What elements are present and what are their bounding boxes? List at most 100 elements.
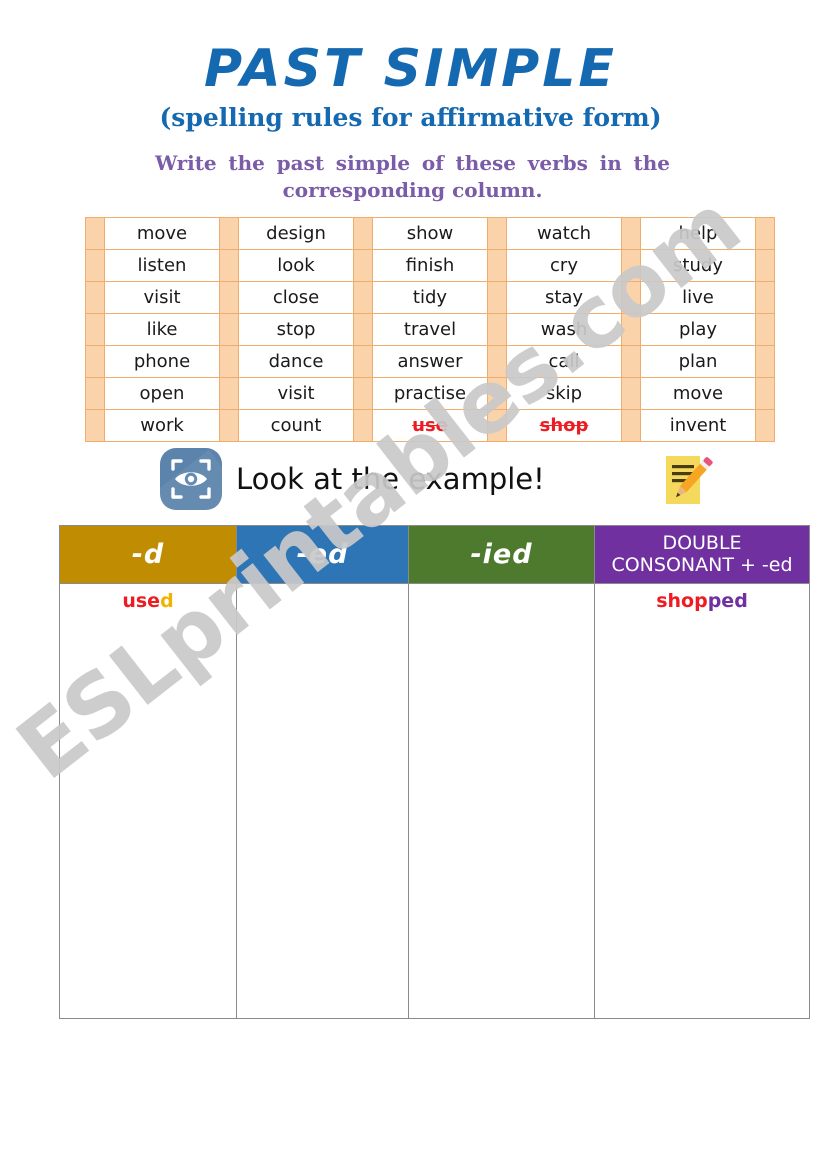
note-pencil-icon (655, 450, 717, 512)
column-header-ied: -ied (408, 525, 595, 584)
verb-word: plan (678, 351, 718, 372)
instructions: Write the past simple of these verbs in … (155, 150, 670, 204)
verb-cell[interactable]: study (640, 249, 756, 282)
answer-table-header-row: -d -ed -ied DOUBLE CONSONANT + -ed (59, 525, 810, 584)
verb-cell[interactable]: work (104, 409, 220, 442)
verb-table-spacer (487, 281, 507, 314)
verb-cell[interactable]: look (238, 249, 354, 282)
verb-table-spacer (755, 217, 775, 250)
verb-word: call (548, 351, 580, 372)
verb-word: shop (539, 415, 589, 436)
verb-word: finish (405, 255, 455, 276)
verb-word: move (136, 223, 188, 244)
verb-word: live (682, 287, 714, 308)
verb-table-spacer (353, 377, 373, 410)
verb-cell[interactable]: answer (372, 345, 488, 378)
verb-table-spacer (755, 409, 775, 442)
verb-table-spacer (219, 281, 239, 314)
verb-word: wash (540, 319, 588, 340)
column-header-ed: -ed (236, 525, 409, 584)
verb-cell[interactable]: visit (238, 377, 354, 410)
verb-word: help (678, 223, 718, 244)
verb-cell[interactable]: stay (506, 281, 622, 314)
verb-word: answer (397, 351, 463, 372)
verb-table-spacer (487, 313, 507, 346)
verb-word: stay (544, 287, 584, 308)
verb-table-spacer (621, 217, 641, 250)
answer-cell-d[interactable]: used (59, 583, 237, 1019)
verb-cell[interactable]: call (506, 345, 622, 378)
verb-table-row: phone dance answer call plan (85, 345, 775, 378)
page-title-block: PAST SIMPLE (spelling rules for affirmat… (0, 42, 821, 132)
verb-cell[interactable]: like (104, 313, 220, 346)
verb-table-spacer (755, 281, 775, 314)
column-header-double-line-2: CONSONANT + -ed (611, 553, 793, 576)
verb-word: move (672, 383, 724, 404)
verb-cell[interactable]: skip (506, 377, 622, 410)
example-callout: Look at the example! (160, 448, 545, 510)
verb-word: show (406, 223, 454, 244)
verb-cell[interactable]: move (640, 377, 756, 410)
verb-cell[interactable]: shop (506, 409, 622, 442)
verb-cell[interactable]: move (104, 217, 220, 250)
verb-word: invent (669, 415, 727, 436)
verb-table-spacer (219, 313, 239, 346)
verb-cell[interactable]: invent (640, 409, 756, 442)
verb-table-spacer (85, 345, 105, 378)
verb-cell[interactable]: play (640, 313, 756, 346)
verb-cell[interactable]: live (640, 281, 756, 314)
verb-table-spacer (621, 249, 641, 282)
verb-cell[interactable]: design (238, 217, 354, 250)
verb-word: visit (277, 383, 315, 404)
answer-cell-ied[interactable] (408, 583, 595, 1019)
verb-table-spacer (353, 249, 373, 282)
verb-word: watch (536, 223, 592, 244)
verb-cell[interactable]: cry (506, 249, 622, 282)
example-word-shopped-stem: shop (656, 590, 708, 612)
verb-cell[interactable]: listen (104, 249, 220, 282)
verb-cell[interactable]: phone (104, 345, 220, 378)
example-word-used: used (122, 590, 173, 612)
answer-cell-ed[interactable] (236, 583, 409, 1019)
verb-table-spacer (219, 409, 239, 442)
verb-word: skip (545, 383, 583, 404)
column-header-ed-label: -ed (296, 539, 349, 570)
verb-cell[interactable]: tidy (372, 281, 488, 314)
verb-cell[interactable]: practise (372, 377, 488, 410)
verb-cell[interactable]: plan (640, 345, 756, 378)
page-title: PAST SIMPLE (204, 39, 617, 99)
verb-cell[interactable]: wash (506, 313, 622, 346)
verb-table-row: visit close tidy stay live (85, 281, 775, 314)
verb-cell[interactable]: use (372, 409, 488, 442)
verb-cell[interactable]: dance (238, 345, 354, 378)
verb-table-spacer (487, 377, 507, 410)
verb-table-spacer (487, 345, 507, 378)
verb-cell[interactable]: stop (238, 313, 354, 346)
verb-bank-table: move design show watch help listen look finish c… (85, 217, 775, 442)
verb-cell[interactable]: finish (372, 249, 488, 282)
verb-table-row: listen look finish cry study (85, 249, 775, 282)
verb-cell[interactable]: travel (372, 313, 488, 346)
column-header-d-label: -d (131, 539, 165, 570)
verb-cell[interactable]: watch (506, 217, 622, 250)
verb-cell[interactable]: close (238, 281, 354, 314)
verb-word: tidy (412, 287, 448, 308)
verb-cell[interactable]: visit (104, 281, 220, 314)
verb-cell[interactable]: count (238, 409, 354, 442)
verb-table-spacer (85, 217, 105, 250)
page-subtitle: (spelling rules for affirmative form) (159, 102, 662, 132)
verb-word: work (140, 415, 184, 436)
answer-cell-double-consonant[interactable]: shopped (594, 583, 810, 1019)
example-word-shopped: shopped (656, 590, 748, 612)
verb-cell[interactable]: show (372, 217, 488, 250)
verb-word: study (673, 255, 723, 276)
verb-cell[interactable]: help (640, 217, 756, 250)
verb-cell[interactable]: open (104, 377, 220, 410)
verb-word: like (146, 319, 178, 340)
verb-word: dance (268, 351, 324, 372)
verb-table-spacer (85, 313, 105, 346)
verb-table-spacer (219, 249, 239, 282)
verb-table-spacer (353, 345, 373, 378)
example-word-used-stem: use (122, 590, 161, 612)
verb-word: visit (143, 287, 181, 308)
